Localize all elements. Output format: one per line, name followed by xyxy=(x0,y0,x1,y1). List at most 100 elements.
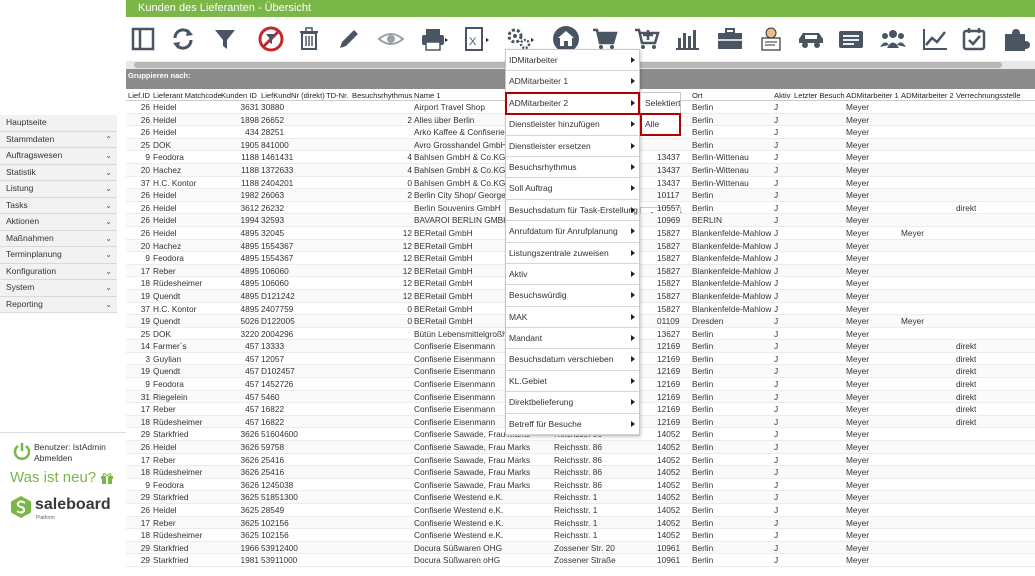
table-cell: Rüdesheimer xyxy=(153,416,203,427)
puzzle-icon[interactable] xyxy=(1001,24,1031,54)
menu-item[interactable]: Aktiv xyxy=(506,264,639,286)
table-cell: 17 xyxy=(140,454,150,465)
menu-item[interactable]: IDMitarbeiter xyxy=(506,50,639,72)
eye-icon[interactable] xyxy=(376,24,406,54)
column-header[interactable]: LiefKundNr (direkt) xyxy=(261,91,325,100)
menu-item[interactable]: Anrufdatum für Anrufplanung xyxy=(506,221,639,243)
table-cell: Meyer xyxy=(846,303,870,314)
column-header[interactable]: Aktiv xyxy=(774,91,792,100)
column-header[interactable]: Verrechnungsstelle xyxy=(956,91,1026,100)
whats-new-link[interactable]: Was ist neu? xyxy=(10,469,96,486)
submenu-item[interactable]: Alle xyxy=(640,113,681,136)
table-cell: 1188 xyxy=(241,152,259,163)
calendar-check-icon[interactable] xyxy=(959,24,989,54)
pencil-icon[interactable] xyxy=(334,24,364,54)
menu-item[interactable]: Besuchswürdig xyxy=(506,285,639,307)
menu-item[interactable]: Direktbelieferung xyxy=(506,392,639,414)
menu-item-label: Besuchsdatum für Task-Erstellung xyxy=(509,204,638,215)
menu-item[interactable]: MAK xyxy=(506,307,639,329)
column-header[interactable]: Ort xyxy=(692,91,774,100)
menu-item[interactable]: Dienstleister ersetzen xyxy=(506,136,639,157)
submenu-item[interactable]: Selektiert xyxy=(641,93,680,114)
bar-chart-icon[interactable] xyxy=(672,24,702,54)
excel-icon[interactable]: X xyxy=(460,24,490,54)
sidebar-item-statistik[interactable]: Statistik ⌄ xyxy=(0,164,117,181)
list-card-icon[interactable] xyxy=(836,24,866,54)
sidebar-item-terminplanung[interactable]: Terminplanung ⌄ xyxy=(0,247,117,264)
table-row[interactable]: 9 Feodora 3626 1245038 Confiserie Sawade, Fr… xyxy=(126,479,1035,492)
logout-link[interactable]: Abmelden xyxy=(34,453,106,464)
table-cell: Heidel xyxy=(153,505,177,515)
trash-icon[interactable] xyxy=(294,24,324,54)
sidebar-item-listung[interactable]: Listung ⌄ xyxy=(0,181,117,198)
menu-item[interactable]: Dienstleister hinzufügen xyxy=(506,114,639,136)
table-row[interactable]: 18 Rüdesheimer 3626 25416 Confiserie Sawade,… xyxy=(126,466,1035,479)
menu-item[interactable]: Besuchsdatum für Task-Erstellung xyxy=(506,200,639,222)
sidebar-item-stammdaten[interactable]: Stammdaten ⌃ xyxy=(0,131,117,148)
table-cell: 26 xyxy=(140,114,150,125)
table-cell: Meyer xyxy=(846,253,870,264)
table-cell: Blankenfelde-Mahlow xyxy=(692,240,772,251)
user-card-icon[interactable] xyxy=(756,24,786,54)
column-header[interactable]: Letzter Besuch xyxy=(794,91,846,100)
menu-item[interactable]: Soll Auftrag xyxy=(506,178,639,200)
panel-icon[interactable] xyxy=(128,24,158,54)
table-row[interactable]: 29 Starkfried 3625 51851300 Confiserie Weste… xyxy=(126,491,1035,504)
column-header[interactable]: Kunden ID xyxy=(221,91,259,100)
sidebar-item-reporting[interactable]: Reporting ⌄ xyxy=(0,296,117,313)
table-row[interactable]: 29 Starkfried 1981 53911000 Docura Süßwaren … xyxy=(126,554,1035,567)
table-cell: Starkfried xyxy=(153,492,189,503)
sidebar-item-auftragswesen[interactable]: Auftragswesen ⌄ xyxy=(0,148,117,165)
menu-item[interactable]: Listungszentrale zuweisen xyxy=(506,243,639,264)
column-header[interactable]: Besuchsrhythmus xyxy=(352,91,412,100)
column-header[interactable]: ADMitarbeiter 1 xyxy=(846,91,902,100)
menu-item[interactable]: ADMitarbeiter 1 xyxy=(506,71,639,93)
filter-icon[interactable] xyxy=(210,24,240,54)
sidebar-item-konfiguration[interactable]: Konfiguration ⌄ xyxy=(0,263,117,280)
table-cell: 25 xyxy=(140,139,150,150)
table-row[interactable]: 26 Heidel 3626 59758 Confiserie Sawade, Frau… xyxy=(126,441,1035,454)
group-icon[interactable] xyxy=(878,24,908,54)
table-cell: 12057 xyxy=(261,353,285,364)
table-cell: Meyer xyxy=(846,454,870,465)
table-cell: Meyer xyxy=(846,265,870,276)
menu-item[interactable]: Besuchsdatum verschieben xyxy=(506,349,639,371)
table-row[interactable]: 29 Starkfried 1966 53912400 Docura Süßwaren … xyxy=(126,541,1035,555)
table-row[interactable]: 18 Rüdesheimer 3625 102156 Confiserie Westen… xyxy=(126,529,1035,542)
sidebar-item-system[interactable]: System ⌄ xyxy=(0,280,117,297)
sidebar-item-aktionen[interactable]: Aktionen ⌄ xyxy=(0,214,117,231)
no-filter-icon[interactable] xyxy=(256,24,286,54)
car-icon[interactable] xyxy=(796,24,826,54)
table-cell: direkt xyxy=(956,379,977,390)
sidebar-item-hauptseite[interactable]: Hauptseite xyxy=(0,115,117,132)
table-cell: Berlin xyxy=(692,379,714,390)
table-cell: 32045 xyxy=(261,227,285,238)
power-icon[interactable] xyxy=(12,441,32,461)
table-cell: Berlin-Wittenau xyxy=(692,164,749,175)
menu-item[interactable]: ADMitarbeiter 2 xyxy=(505,91,640,116)
column-header[interactable]: TD-Nr. xyxy=(326,91,351,100)
line-chart-icon[interactable] xyxy=(920,24,950,54)
menu-item[interactable]: Betreff für Besuche xyxy=(506,414,639,436)
column-header[interactable]: Lieferant Matchcode xyxy=(153,91,223,100)
table-cell: J xyxy=(774,253,779,264)
briefcase-icon[interactable] xyxy=(715,24,745,54)
menu-item-label: Betreff für Besuche xyxy=(509,418,582,429)
printer-icon[interactable] xyxy=(418,24,448,54)
submenu-arrow-icon xyxy=(631,228,635,235)
table-row[interactable]: 26 Heidel 3625 28549 Confiserie Westend e.K.… xyxy=(126,504,1035,517)
table-cell: Berlin xyxy=(692,467,714,478)
column-header[interactable]: ADMitarbeiter 2 xyxy=(901,91,957,100)
table-row[interactable]: 17 Reber 3626 25416 Confiserie Sawade, Frau … xyxy=(126,454,1035,467)
column-header[interactable]: Lief.ID xyxy=(128,91,150,100)
sidebar-item-tasks[interactable]: Tasks ⌄ xyxy=(0,197,117,214)
menu-item[interactable]: Besuchsrhythmus xyxy=(506,157,639,179)
table-cell: 26 xyxy=(140,202,150,213)
menu-item[interactable]: KL.Gebiet xyxy=(506,371,639,393)
table-row[interactable]: 17 Reber 3625 102156 Confiserie Westend e.K.… xyxy=(126,516,1035,530)
table-cell: Berlin xyxy=(692,190,714,201)
menu-item[interactable]: Mandant xyxy=(506,328,639,350)
sidebar-item-maßnahmen[interactable]: Maßnahmen ⌄ xyxy=(0,230,117,247)
refresh-icon[interactable] xyxy=(168,24,198,54)
table-cell: Meyer xyxy=(846,215,870,226)
